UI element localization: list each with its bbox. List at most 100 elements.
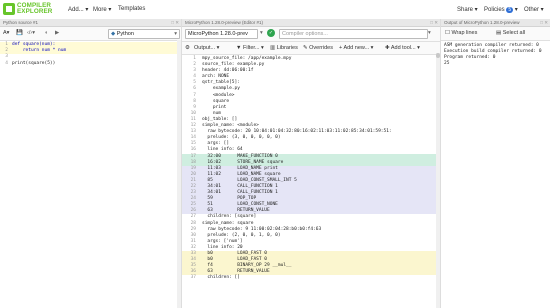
asm-text: example.py bbox=[202, 86, 240, 92]
line-number: 4 bbox=[5, 60, 8, 66]
language-label: Python bbox=[116, 31, 134, 37]
asm-text: qstr_table[5]: bbox=[202, 80, 240, 86]
filter-menu[interactable]: ▼ Filter... ▾ bbox=[236, 45, 264, 51]
add-new-menu[interactable]: + Add new... ▾ bbox=[339, 45, 373, 51]
asm-line[interactable]: 37 children: [] bbox=[182, 275, 440, 281]
share-code-icon[interactable]: ◐ bbox=[45, 30, 48, 36]
asm-text: children: [] bbox=[202, 275, 240, 281]
compiler-pane: MicroPython 1.28.0-preview (Editor #1) □… bbox=[182, 19, 441, 308]
checkbox-icon: ☐ bbox=[445, 30, 450, 36]
asm-text: <module> bbox=[202, 92, 235, 98]
compiler-label: MicroPython 1.28.0-prev bbox=[188, 31, 248, 37]
pane-controls[interactable]: □ ✕ bbox=[430, 19, 438, 26]
pane-controls[interactable]: □ ✕ bbox=[171, 19, 179, 26]
language-select[interactable]: ◆ Python ▾ bbox=[108, 29, 180, 39]
asm-text: header: 4d:06:00:1f bbox=[202, 68, 254, 74]
source-text: print(square(5)) bbox=[12, 60, 56, 66]
source-text: return num * num bbox=[12, 48, 67, 54]
source-toolbar: A▾ 💾 ‹/›▾ ◐ ▶ ◆ Python ▾ bbox=[0, 27, 181, 41]
output-menu[interactable]: Output... ▾ bbox=[194, 45, 219, 51]
compiler-options-input[interactable]: Compiler options... bbox=[279, 29, 428, 39]
asm-text: raw bytecode: 20 10:04:01:04:32:80:16:02… bbox=[202, 129, 392, 135]
wrap-lines-toggle[interactable]: ☐ Wrap lines bbox=[445, 30, 477, 36]
chevron-down-icon: ▾ bbox=[174, 31, 177, 37]
asm-text: f4 BINARY_OP 29 __mul__ bbox=[202, 263, 292, 269]
save-icon[interactable]: A▾ bbox=[3, 30, 9, 36]
asm-text: 11:02 LOAD_NAME square bbox=[202, 171, 281, 177]
asm-text: 59 POP_TOP bbox=[202, 196, 257, 202]
output-toolbar: ☐ Wrap lines ▤ Select all bbox=[441, 27, 550, 41]
compiler-dropdown-icon[interactable]: ▾ bbox=[260, 30, 263, 36]
select-all-icon: ▤ bbox=[496, 30, 502, 36]
asm-text: simple_name: square bbox=[202, 220, 254, 226]
more-menu[interactable]: More ▾ bbox=[93, 6, 111, 13]
asm-text: mpy_source_file: /app/example.mpy bbox=[202, 56, 292, 61]
asm-text: prelude: (3, 0, 0, 0, 0, 0) bbox=[202, 135, 281, 141]
run-icon[interactable]: ▶ bbox=[55, 30, 59, 36]
asm-text: raw bytecode: 9 11:00:02:04:28:b0:b0:f4:… bbox=[202, 226, 322, 232]
options-dropdown-icon[interactable]: ▾ bbox=[428, 30, 431, 36]
policies-menu[interactable]: Policies 5 ▾ bbox=[484, 6, 518, 13]
plus-icon: + bbox=[339, 45, 343, 51]
source-line[interactable]: 4 print(square(5)) bbox=[0, 61, 181, 67]
compiler-explorer-logo[interactable]: COMPILER EXPLORER bbox=[2, 2, 64, 17]
add-tool-label: Add tool... bbox=[390, 45, 416, 51]
select-all-button[interactable]: ▤ Select all bbox=[496, 30, 525, 36]
logo-icon bbox=[3, 3, 15, 15]
asm-view[interactable]: 1 mpy_source_file: /app/example.mpy 2 sourc… bbox=[182, 55, 440, 281]
asm-scrollbar[interactable] bbox=[436, 53, 440, 308]
status-ok-icon: ✓ bbox=[267, 29, 275, 37]
output-pane: Output of MicroPython 1.28.0-preview □ ✕… bbox=[441, 19, 550, 308]
asm-text: obj_table: [] bbox=[202, 116, 238, 122]
asm-text: print bbox=[202, 104, 227, 110]
other-menu[interactable]: Other ▾ bbox=[524, 6, 544, 13]
logo-line-2: EXPLORER bbox=[17, 8, 53, 16]
asm-text: 34:01 CALL_FUNCTION 1 bbox=[202, 190, 278, 196]
logo-text: COMPILER EXPLORER bbox=[17, 2, 53, 16]
output-text: ASM generation compiler returned: 0 Execu… bbox=[441, 41, 550, 67]
share-menu[interactable]: Share ▾ bbox=[457, 6, 478, 13]
select-all-label: Select all bbox=[502, 30, 526, 36]
output-pane-title-text: Output of MicroPython 1.28.0-preview bbox=[444, 20, 520, 25]
asm-text: line info: 20 bbox=[202, 244, 243, 250]
python-icon: ◆ bbox=[111, 31, 116, 37]
filter-icon: ▼ bbox=[236, 45, 242, 51]
filter-label: Filter... bbox=[242, 45, 260, 51]
asm-text: 63 RETURN_VALUE bbox=[202, 208, 270, 214]
output-label: Output... bbox=[194, 45, 216, 51]
book-icon: ▥ bbox=[270, 45, 276, 51]
more-menu-label: More bbox=[93, 7, 107, 13]
asm-text: args: [] bbox=[202, 141, 230, 147]
asm-text: 85 LOAD_CONST_SMALL_INT 5 bbox=[202, 177, 297, 183]
templates-link[interactable]: Templates bbox=[118, 6, 145, 12]
asm-text: source_file: example.py bbox=[202, 62, 265, 68]
compiler-select[interactable]: MicroPython 1.28.0-prev bbox=[185, 29, 258, 39]
settings-gear-icon[interactable]: ⚙ bbox=[185, 45, 190, 51]
asm-text: 11:03 LOAD_NAME print bbox=[202, 165, 278, 171]
asm-text: simple_name: <module> bbox=[202, 123, 259, 129]
asm-text: num bbox=[202, 110, 221, 116]
compiler-pane-title: MicroPython 1.28.0-preview (Editor #1) □… bbox=[182, 19, 440, 27]
asm-text: args: ['num'] bbox=[202, 238, 243, 244]
asm-text: b0 LOAD_FAST 0 bbox=[202, 257, 268, 263]
pane-controls[interactable]: □ ✕ bbox=[540, 19, 548, 26]
libraries-button[interactable]: ▥ Libraries bbox=[270, 45, 298, 51]
source-text: def square(num): bbox=[12, 42, 56, 47]
asm-text: 32:00 MAKE_FUNCTION 0 bbox=[202, 153, 278, 159]
source-scrollbar[interactable] bbox=[177, 40, 181, 308]
source-editor[interactable]: 1 def square(num): 2 return num * num 3 4 pri… bbox=[0, 41, 181, 67]
asm-text: prelude: (2, 0, 0, 1, 0, 0) bbox=[202, 232, 281, 238]
overrides-button[interactable]: ✎ Overrides bbox=[303, 45, 333, 51]
asm-text: 34:01 CALL_FUNCTION 1 bbox=[202, 183, 278, 189]
add-tool-menu[interactable]: ✚ Add tool... ▾ bbox=[385, 45, 420, 51]
overrides-icon: ✎ bbox=[303, 45, 308, 51]
other-label: Other bbox=[524, 7, 540, 13]
asm-text: 51 LOAD_CONST_NONE bbox=[202, 202, 278, 208]
asm-text: 16:02 STORE_NAME square bbox=[202, 159, 284, 165]
compiler-toolbar: MicroPython 1.28.0-prev ▾ ✓ Compiler opt… bbox=[182, 27, 440, 42]
code-icon[interactable]: ‹/›▾ bbox=[27, 30, 35, 36]
asm-scroll-thumb[interactable] bbox=[436, 53, 440, 58]
add-menu-label: Add... bbox=[68, 7, 84, 13]
add-menu[interactable]: Add... ▾ bbox=[68, 6, 88, 13]
save-button-icon[interactable]: 💾 bbox=[16, 30, 23, 36]
